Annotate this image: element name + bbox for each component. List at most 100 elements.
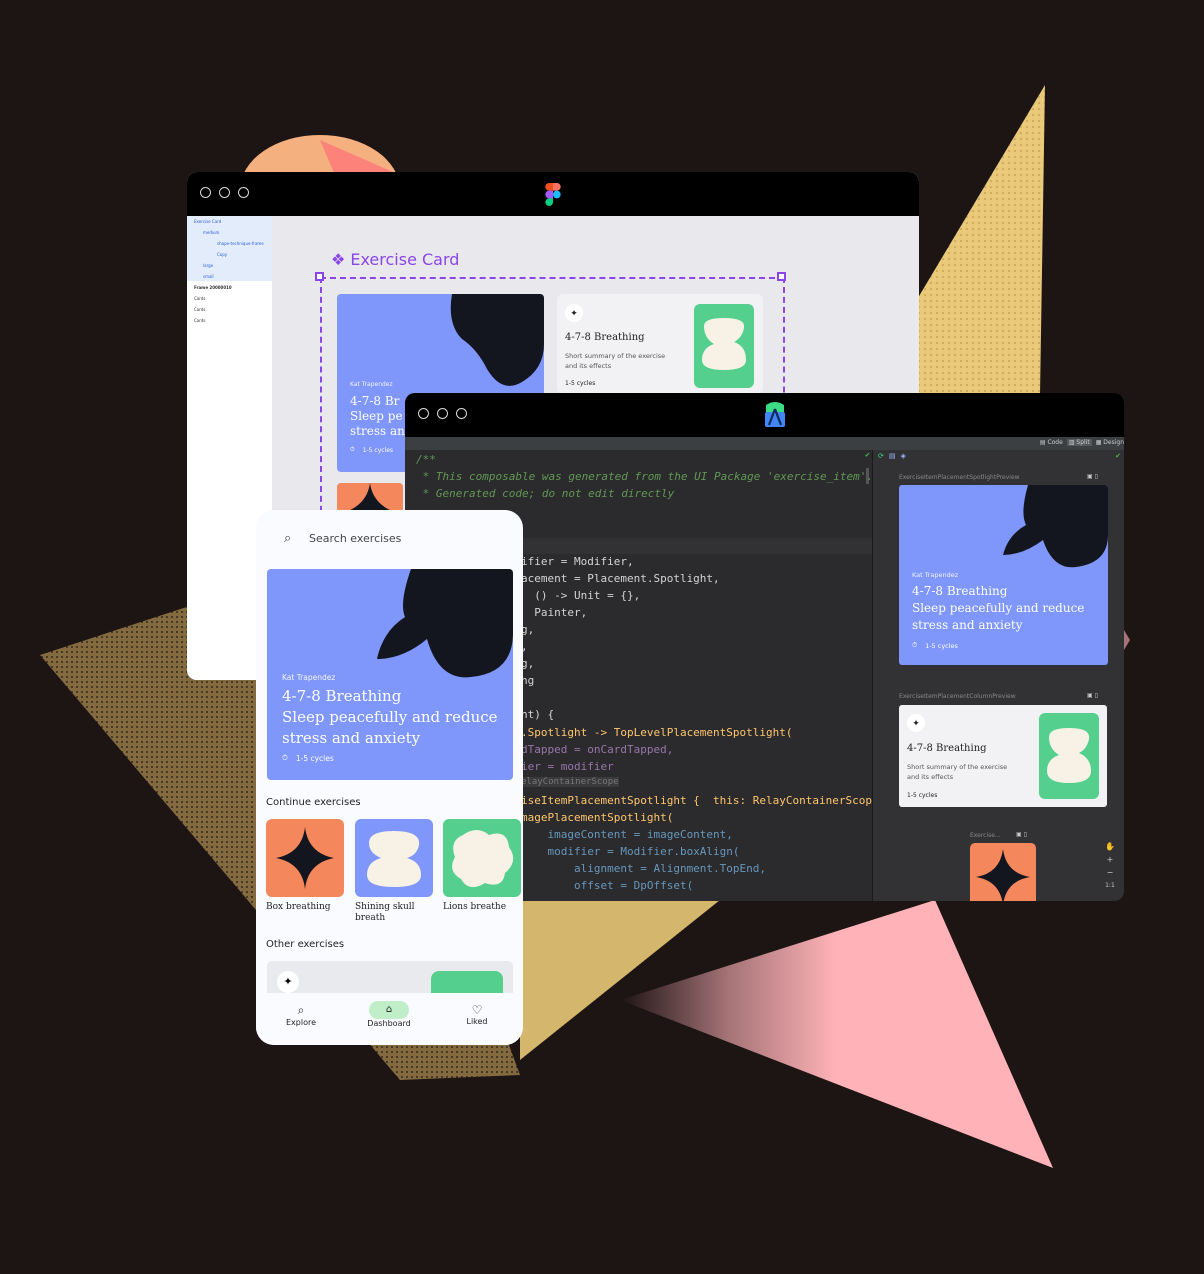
nav-liked[interactable]: ♡ Liked xyxy=(456,1003,498,1026)
nav-dashboard[interactable]: ⌂ Dashboard xyxy=(362,1001,416,1028)
cream-shape xyxy=(367,831,421,887)
card-cycles: 1-5 cycles xyxy=(907,792,938,799)
card-title: 4-7-8 Breathing Sleep peacefully and red… xyxy=(282,687,498,747)
timer-icon: ⏱ xyxy=(912,641,918,649)
search-icon: ⌕ xyxy=(297,1003,305,1017)
column-card[interactable]: ✦ 4-7-8 Breathing Short summary of the e… xyxy=(557,294,763,394)
card-image xyxy=(1039,713,1099,799)
code-line: * Generated code; do not edit directly xyxy=(416,487,675,500)
window-controls[interactable] xyxy=(418,408,467,419)
blob-shape xyxy=(377,569,513,678)
sparkle-icon: ✦ xyxy=(277,971,299,993)
layers-icon[interactable]: ▤ xyxy=(889,452,896,460)
layer-item[interactable]: Cards xyxy=(194,307,205,312)
layer-item[interactable]: Cards xyxy=(194,296,205,301)
preview-label: Exercise... xyxy=(970,832,1001,839)
check-icon: ✔ xyxy=(865,450,870,459)
spotlight-preview-card[interactable]: Kat Trapendez 4-7-8 Breathing Sleep peac… xyxy=(899,485,1108,665)
layer-item[interactable]: Exercise Card xyxy=(194,219,221,224)
layer-selection-highlight xyxy=(187,216,272,281)
pan-icon[interactable]: ✋ xyxy=(1105,840,1115,853)
home-icon: ⌂ xyxy=(369,1001,409,1019)
exercise-thumb-box[interactable] xyxy=(266,819,344,897)
refresh-icon[interactable]: ⟳ xyxy=(878,452,884,460)
split-mode-button[interactable]: ▥ Split xyxy=(1066,439,1092,446)
code-mode-button[interactable]: ▤ Code xyxy=(1040,439,1063,446)
heart-icon: ♡ xyxy=(471,1003,483,1017)
preview-label: ExerciseItemPlacementSpotlightPreview xyxy=(899,474,1020,481)
close-window-icon[interactable] xyxy=(200,187,211,198)
exercise-label: Shining skull breath xyxy=(355,902,415,923)
code-line: imageContent = imageContent, xyxy=(521,828,733,841)
pink-triangle xyxy=(620,900,1053,1168)
column-preview-card[interactable]: ✦ 4-7-8 Breathing Short summary of the e… xyxy=(899,705,1107,807)
sparkle-icon: ✦ xyxy=(565,304,583,322)
minimize-window-icon[interactable] xyxy=(219,187,230,198)
code-line: modifier = Modifier.boxAlign( xyxy=(521,845,740,858)
layer-item[interactable]: small xyxy=(203,274,214,279)
layer-item[interactable]: large xyxy=(203,263,213,268)
code-line: acement = Placement.Spotlight, xyxy=(521,572,720,585)
editor-toolbar: ▤ Code ▥ Split ▦ Design xyxy=(405,437,1124,450)
resize-handle[interactable] xyxy=(315,272,324,281)
preview-actions-icon[interactable]: ▣ ▯ xyxy=(1087,473,1098,480)
card-author: Kat Trapendez xyxy=(912,571,959,579)
card-author: Kat Trapendez xyxy=(282,673,336,682)
maximize-window-icon[interactable] xyxy=(238,187,249,198)
preview-actions-icon[interactable]: ▣ ▯ xyxy=(1087,692,1098,699)
phone-app: ⌕ Search exercises Kat Trapendez 4-7-8 B… xyxy=(256,510,523,1045)
nav-explore[interactable]: ⌕ Explore xyxy=(280,1003,322,1027)
layer-item[interactable]: shape-technique-frame xyxy=(217,241,264,246)
card-title: 4-7-8 Breathing xyxy=(907,743,987,754)
timer-icon: ⏱ xyxy=(350,446,355,453)
card-cycles: ⏱ 1-5 cycles xyxy=(912,641,958,650)
card-title: 4-7-8 Breathing xyxy=(565,332,645,343)
exercise-thumb-lions[interactable] xyxy=(443,819,521,897)
layer-item[interactable]: medium xyxy=(203,230,219,235)
code-line: alignment = Alignment.TopEnd, xyxy=(521,862,767,875)
zoom-in-button[interactable]: + xyxy=(1105,853,1115,866)
layer-item[interactable]: Cards xyxy=(194,318,205,323)
zoom-controls: ✋ + − 1:1 xyxy=(1105,840,1115,892)
exercise-label: Lions breathe xyxy=(443,902,507,912)
zoom-reset-button[interactable]: 1:1 xyxy=(1105,879,1115,892)
preview-actions-icon[interactable]: ▣ ▯ xyxy=(1016,831,1027,838)
search-icon[interactable]: ⌕ xyxy=(284,530,291,546)
orange-thumb xyxy=(337,483,403,513)
code-line: /** xyxy=(416,453,436,466)
card-image xyxy=(694,304,754,388)
exercise-thumb-skull[interactable] xyxy=(355,819,433,897)
exercise-label: Box breathing xyxy=(266,902,331,912)
spotlight-card[interactable]: Kat Trapendez 4-7-8 Breathing Sleep peac… xyxy=(267,569,513,780)
check-icon: ✔ xyxy=(1115,453,1121,460)
preview-toolbar: ⟳ ▤ ◈ xyxy=(878,452,906,460)
android-studio-icon xyxy=(765,402,785,427)
window-controls[interactable] xyxy=(200,187,249,198)
maximize-window-icon[interactable] xyxy=(456,408,467,419)
studio-title-bar xyxy=(405,393,1124,437)
code-line: elayContainerScope xyxy=(521,777,619,787)
code-line: * This composable was generated from the… xyxy=(416,470,873,483)
section-heading: Continue exercises xyxy=(266,797,361,808)
layer-item[interactable]: Copy xyxy=(217,252,227,257)
stack-icon[interactable]: ◈ xyxy=(901,452,906,460)
orange-preview-card[interactable] xyxy=(970,843,1036,901)
card-title: 4-7-8 Breathing Sleep peacefully and red… xyxy=(912,584,1085,632)
resize-handle[interactable] xyxy=(777,272,786,281)
sparkle-icon: ✦ xyxy=(907,714,925,732)
zoom-out-button[interactable]: − xyxy=(1105,866,1115,879)
layer-item[interactable]: Frame 20000010 xyxy=(194,285,232,290)
card-cycles: ⏱ 1-5 cycles xyxy=(350,446,394,454)
section-heading: Other exercises xyxy=(266,939,345,950)
card-cycles: ⏱ 1-5 cycles xyxy=(282,753,334,763)
code-line: ier = modifier xyxy=(521,760,614,773)
card-cycles: 1-5 cycles xyxy=(565,380,596,387)
code-line: nt) { xyxy=(521,708,555,721)
design-mode-button[interactable]: ▦ Design xyxy=(1096,439,1124,446)
close-window-icon[interactable] xyxy=(418,408,429,419)
search-input[interactable]: Search exercises xyxy=(309,532,401,545)
design-preview-panel: ⟳ ▤ ◈ ✔ ExerciseItemPlacementSpotlightPr… xyxy=(872,450,1124,901)
component-title: ❖ Exercise Card xyxy=(331,250,460,269)
card-summary: Short summary of the exercise and its ef… xyxy=(907,763,1008,781)
minimize-window-icon[interactable] xyxy=(437,408,448,419)
